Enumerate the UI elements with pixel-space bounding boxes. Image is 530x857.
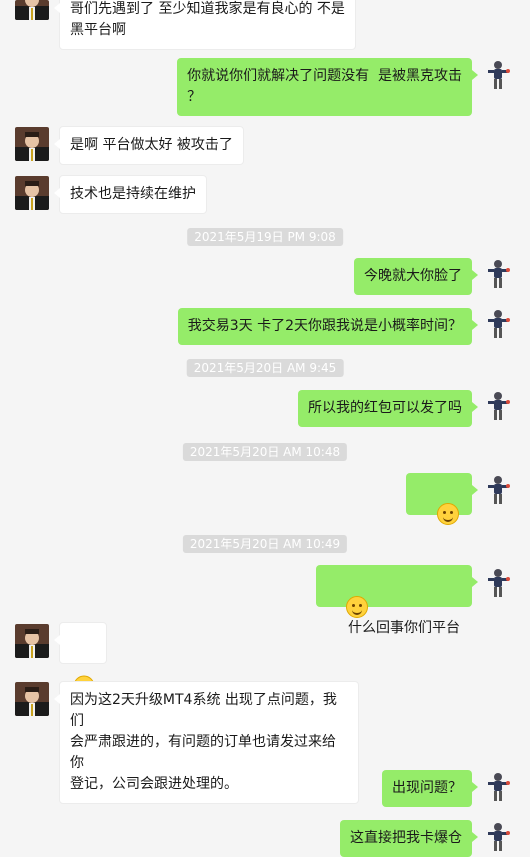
timestamp: 2021年5月20日 AM 10:48 (182, 443, 348, 461)
my-avatar[interactable] (481, 566, 515, 600)
my-avatar[interactable] (481, 307, 515, 341)
message-outgoing[interactable]: 你就说你们就解决了问题没有 是被黑克攻击 ？ (177, 58, 478, 116)
my-avatar[interactable] (481, 389, 515, 423)
timestamp: 2021年5月20日 AM 10:49 (182, 535, 348, 553)
my-avatar[interactable] (481, 257, 515, 291)
contact-avatar[interactable] (15, 682, 49, 716)
timestamp: 2021年5月19日 PM 9:08 (187, 228, 343, 246)
message-outgoing[interactable]: 我交易3天 卡了2天你跟我说是小概率时间？ (177, 308, 479, 345)
smile-emoji-icon (346, 596, 368, 618)
message-incoming[interactable]: 是啊 平台做太好 被攻击了 (54, 126, 244, 165)
chat-window: 哥们先遇到了 至少知道我家是有良心的 不是 黑平台啊 你就说你们就解决了问题没有… (0, 0, 530, 857)
my-avatar[interactable] (481, 473, 515, 507)
message-outgoing[interactable]: 什么回事你们平台 (316, 565, 478, 636)
message-outgoing[interactable]: 出现问题？ (382, 770, 478, 807)
timestamp: 2021年5月20日 AM 9:45 (186, 359, 344, 377)
message-incoming[interactable]: 因为这2天升级MT4系统 出现了点问题，我们 会严肃跟进的，有问题的订单也请发过… (54, 681, 359, 804)
message-outgoing[interactable]: 所以我的红包可以发了吗 (298, 390, 478, 427)
contact-avatar[interactable] (15, 624, 49, 658)
message-text: 什么回事你们平台 (348, 620, 460, 636)
contact-avatar[interactable] (15, 127, 49, 161)
my-avatar[interactable] (481, 770, 515, 804)
message-incoming[interactable]: 技术也是持续在维护 (54, 175, 207, 214)
my-avatar[interactable] (481, 58, 515, 92)
message-outgoing[interactable]: 这直接把我卡爆仓 (340, 820, 478, 857)
message-incoming[interactable]: 哥们先遇到了 至少知道我家是有良心的 不是 黑平台啊 (54, 0, 356, 50)
message-outgoing[interactable]: 今晚就大你脸了 (354, 258, 478, 295)
message-incoming-emoji[interactable] (54, 622, 107, 697)
my-avatar[interactable] (481, 820, 515, 854)
contact-avatar[interactable] (15, 176, 49, 210)
smile-emoji-icon (437, 503, 459, 525)
message-outgoing-emoji[interactable] (406, 473, 478, 525)
contact-avatar[interactable] (15, 0, 49, 20)
